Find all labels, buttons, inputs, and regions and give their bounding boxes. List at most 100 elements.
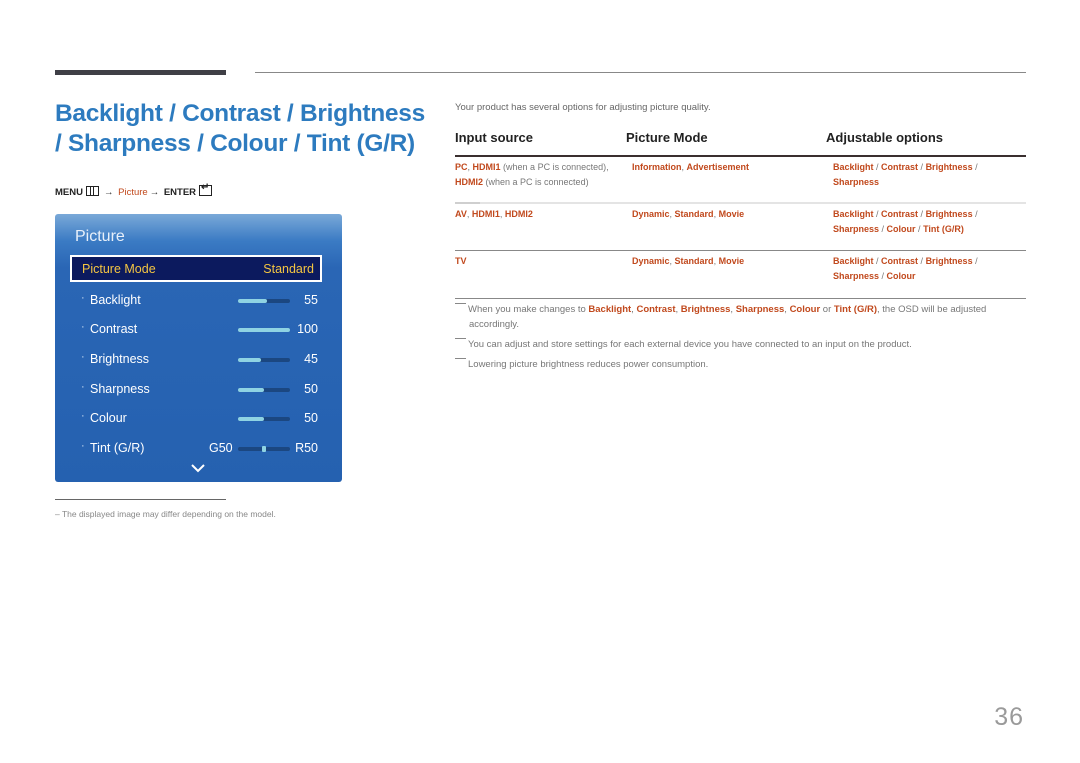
note: When you make changes to Backlight, Cont… <box>455 303 1025 332</box>
cell-mode: Information, Advertisement <box>632 160 749 175</box>
tint-red-value: R50 <box>295 441 318 455</box>
text: (when a PC is connected) <box>483 176 589 187</box>
osd-item-label: Sharpness <box>90 382 150 396</box>
osd-item-label: Brightness <box>90 352 150 366</box>
note: Lowering picture brightness reduces powe… <box>455 358 1025 373</box>
footnote-text: The displayed image may differ depending… <box>61 509 276 519</box>
text: / <box>873 162 882 172</box>
arrow: → <box>149 187 160 198</box>
text: / <box>879 223 887 234</box>
cell-mode: Dynamic, Standard, Movie <box>632 207 744 222</box>
highlight-term: Dynamic <box>632 256 670 266</box>
row-divider <box>455 250 1026 251</box>
note-dash-icon <box>455 338 466 339</box>
highlight-term: Movie <box>718 256 745 266</box>
tint-green-value: G50 <box>209 441 233 455</box>
footnote: – The displayed image may differ dependi… <box>55 509 276 519</box>
slider-fill <box>238 299 267 303</box>
bullet-icon: · <box>81 292 85 304</box>
text: / <box>873 209 882 219</box>
osd-item-value: 50 <box>304 382 318 396</box>
highlight-term: Sharpness <box>833 176 880 187</box>
enter-key-icon <box>199 182 213 196</box>
text: / <box>918 209 926 219</box>
highlight-term: Colour <box>886 270 916 281</box>
osd-item-value: 50 <box>304 411 318 425</box>
highlight-term: Sharpness <box>833 270 880 281</box>
osd-item-brightness[interactable]: · Brightness 45 <box>70 351 322 371</box>
cell-options: Backlight / Contrast / Brightness / Sharp… <box>833 160 978 189</box>
highlight-term: HDMI2 <box>455 176 484 187</box>
text: , the OSD will be adjusted <box>877 304 987 315</box>
highlight-term: Brightness <box>925 209 973 219</box>
text: / <box>873 256 882 266</box>
highlight-term: Information <box>632 162 682 172</box>
cell-source: PC, HDMI1 (when a PC is connected), HDMI2… <box>455 160 609 189</box>
osd-picture-menu: Picture Picture Mode Standard · Backligh… <box>55 214 342 482</box>
slider-knob[interactable] <box>262 446 266 452</box>
osd-item-value: Standard <box>263 262 314 276</box>
highlight-term: Brightness <box>680 304 731 315</box>
highlight-term: Tint (G/R) <box>833 304 877 315</box>
highlight-term: Brightness <box>925 162 973 172</box>
table-header-rule <box>455 155 1026 157</box>
bullet-icon: · <box>81 381 85 393</box>
highlight-term: Colour <box>886 223 916 234</box>
text: Lowering picture brightness reduces powe… <box>468 359 709 370</box>
text: / <box>918 162 926 172</box>
header-rule-thin <box>255 72 1026 73</box>
colour-slider[interactable] <box>238 417 290 421</box>
contrast-slider[interactable] <box>238 328 290 332</box>
slider-fill <box>238 388 264 392</box>
bullet-icon: · <box>81 321 85 333</box>
highlight-term: Tint (G/R) <box>923 223 964 234</box>
osd-item-contrast[interactable]: · Contrast 100 <box>70 321 322 341</box>
header-rule-thick <box>55 70 226 75</box>
slider-fill <box>238 328 290 332</box>
highlight-term: HDMI1 <box>471 209 500 219</box>
cell-options: Backlight / Contrast / Brightness / Sharp… <box>833 207 978 236</box>
osd-item-label: Backlight <box>90 293 141 307</box>
menu-label: MENU <box>55 187 83 198</box>
brightness-slider[interactable] <box>238 358 290 362</box>
footnote-rule <box>55 499 226 500</box>
tint-slider[interactable] <box>238 446 290 452</box>
osd-item-tint[interactable]: · Tint (G/R) G50 R50 <box>70 440 322 460</box>
row-divider <box>455 202 1026 204</box>
enter-label: ENTER <box>163 187 197 198</box>
cell-options: Backlight / Contrast / Brightness / Sharp… <box>833 254 978 283</box>
text: (when a PC is connected), <box>500 162 609 172</box>
highlight-term: Movie <box>718 209 745 219</box>
highlight-term: Dynamic <box>632 209 670 219</box>
highlight-term: TV <box>455 256 467 266</box>
highlight-term: Standard <box>674 256 714 266</box>
osd-item-sharpness[interactable]: · Sharpness 50 <box>70 381 322 401</box>
highlight-term: Backlight <box>588 304 632 315</box>
menu-path: MENU → Picture → ENTER <box>55 182 213 198</box>
bullet-icon: · <box>81 410 85 422</box>
osd-item-colour[interactable]: · Colour 50 <box>70 410 322 430</box>
highlight-term: Contrast <box>881 162 919 172</box>
text: / <box>879 270 887 281</box>
osd-item-backlight[interactable]: · Backlight 55 <box>70 292 322 312</box>
backlight-slider[interactable] <box>238 299 290 303</box>
osd-title: Picture <box>75 228 125 245</box>
text: / <box>915 223 924 234</box>
chevron-down-icon[interactable] <box>191 463 205 473</box>
highlight-term: Contrast <box>881 209 919 219</box>
cell-source: AV, HDMI1, HDMI2 <box>455 207 533 222</box>
highlight-term: HDMI1 <box>472 162 501 172</box>
menu-grid-icon <box>85 186 99 196</box>
slider-fill <box>238 358 262 362</box>
cell-source: TV <box>455 254 467 269</box>
osd-item-value: 45 <box>304 352 318 366</box>
column-header-input-source: Input source <box>455 130 534 145</box>
sharpness-slider[interactable] <box>238 388 290 392</box>
column-header-picture-mode: Picture Mode <box>626 130 708 145</box>
osd-item-label: Picture Mode <box>82 262 156 276</box>
osd-item-picture-mode[interactable]: Picture Mode Standard <box>70 255 322 282</box>
menu-path-picture: Picture <box>118 187 148 198</box>
osd-item-label: Tint (G/R) <box>90 441 145 455</box>
highlight-term: PC <box>455 162 468 172</box>
page-number: 36 <box>994 703 1024 731</box>
